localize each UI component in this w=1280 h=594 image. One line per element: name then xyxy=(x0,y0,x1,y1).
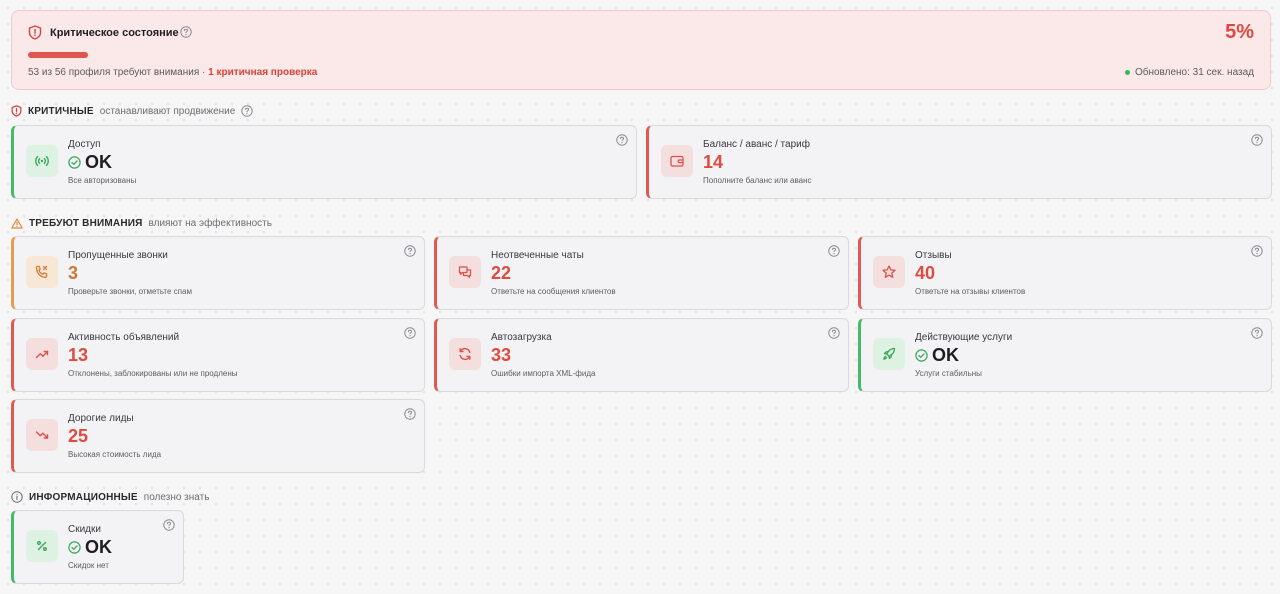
summary-text: 53 из 56 профиля требуют внимания · xyxy=(28,67,209,78)
card-description: Высокая стоимость лида xyxy=(68,450,162,459)
section-subtitle: полезно знать xyxy=(143,491,210,503)
shield-alert-icon xyxy=(28,25,42,40)
value-text: OK xyxy=(85,152,112,172)
section-title: КРИТИЧНЫЕ xyxy=(28,105,94,117)
card-label: Отзывы xyxy=(915,250,952,261)
star-icon xyxy=(873,256,905,288)
card-label: Баланс / аванс / тариф xyxy=(703,139,810,150)
info-icon xyxy=(11,491,23,503)
card-reviews[interactable]: Отзывы 40 Ответьте на отзывы клиентов xyxy=(858,236,1272,310)
help-icon[interactable] xyxy=(616,134,628,146)
help-icon[interactable] xyxy=(1251,134,1263,146)
refresh-icon xyxy=(449,338,481,370)
card-value: OK xyxy=(68,537,112,558)
missed-call-icon xyxy=(26,256,58,288)
status-dot-icon xyxy=(1124,70,1130,75)
chat-icon xyxy=(449,256,481,288)
card-value: OK xyxy=(68,152,112,173)
updated-text: Обновлено: 31 сек. назад xyxy=(1134,67,1254,78)
help-icon[interactable] xyxy=(404,245,416,257)
card-label: Скидки xyxy=(68,524,101,535)
banner-summary: 53 из 56 профиля требуют внимания · 1 кр… xyxy=(28,67,317,78)
help-icon[interactable] xyxy=(163,519,175,531)
card-value: 14 xyxy=(703,152,724,172)
help-icon[interactable] xyxy=(180,26,192,38)
section-title: ИНФОРМАЦИОННЫЕ xyxy=(29,491,138,503)
card-description: Услуги стабильны xyxy=(915,369,982,378)
progress-bar xyxy=(28,52,88,58)
rocket-icon xyxy=(873,338,905,370)
percent-icon xyxy=(26,530,58,562)
card-discounts[interactable]: Скидки OK Скидок нет xyxy=(11,510,184,584)
health-percent: 5% xyxy=(1225,21,1254,43)
section-info-header: ИНФОРМАЦИОННЫЕ полезно знать xyxy=(11,490,209,504)
card-value: 40 xyxy=(915,263,936,283)
help-icon[interactable] xyxy=(404,408,416,420)
card-ads-activity[interactable]: Активность объявлений 13 Отклонены, забл… xyxy=(11,318,425,392)
card-label: Автозагрузка xyxy=(491,332,552,343)
signal-icon xyxy=(26,145,58,177)
card-description: Ошибки импорта XML-фида xyxy=(491,369,596,378)
card-description: Пополните баланс или аванс xyxy=(703,176,812,185)
check-circle-icon xyxy=(915,349,928,362)
card-expensive-leads[interactable]: Дорогие лиды 25 Высокая стоимость лида xyxy=(11,399,425,473)
card-unanswered-chats[interactable]: Неотвеченные чаты 22 Ответьте на сообщен… xyxy=(434,236,849,310)
help-icon[interactable] xyxy=(404,327,416,339)
section-critical-header: КРИТИЧНЫЕ останавливают продвижение xyxy=(11,104,254,118)
card-description: Ответьте на сообщения клиентов xyxy=(491,287,616,296)
section-title: ТРЕБУЮТ ВНИМАНИЯ xyxy=(29,217,143,229)
card-description: Отклонены, заблокированы или не продлены xyxy=(68,369,238,378)
card-label: Доступ xyxy=(68,139,101,150)
help-icon[interactable] xyxy=(241,105,254,117)
warning-triangle-icon xyxy=(11,217,23,229)
card-autoload[interactable]: Автозагрузка 33 Ошибки импорта XML-фида xyxy=(434,318,849,392)
check-circle-icon xyxy=(68,541,81,554)
help-icon[interactable] xyxy=(1251,245,1263,257)
card-description: Проверьте звонки, отметьте спам xyxy=(68,287,192,296)
card-label: Пропущенные звонки xyxy=(68,250,168,261)
wallet-icon xyxy=(661,145,693,177)
card-label: Дорогие лиды xyxy=(68,413,134,424)
card-value: 22 xyxy=(491,263,512,283)
card-balance[interactable]: Баланс / аванс / тариф 14 Пополните бала… xyxy=(646,125,1272,199)
section-attention-header: ТРЕБУЮТ ВНИМАНИЯ влияют на эффективность xyxy=(11,216,272,230)
card-value: 3 xyxy=(68,263,79,283)
help-icon[interactable] xyxy=(828,327,840,339)
card-description: Ответьте на отзывы клиентов xyxy=(915,287,1026,296)
card-value: 13 xyxy=(68,345,89,365)
card-value: 25 xyxy=(68,426,89,446)
card-value: 33 xyxy=(491,345,512,365)
status-banner: Критическое состояние 53 из 56 профиля т… xyxy=(11,10,1271,90)
card-value: OK xyxy=(915,345,959,366)
check-circle-icon xyxy=(68,156,81,169)
shield-alert-icon xyxy=(11,105,22,117)
critical-check-link[interactable]: 1 критичная проверка xyxy=(208,67,317,78)
help-icon[interactable] xyxy=(1251,327,1263,339)
trending-down-icon xyxy=(26,419,58,451)
value-text: OK xyxy=(85,537,112,557)
card-label: Активность объявлений xyxy=(68,332,180,343)
card-label: Действующие услуги xyxy=(915,332,1013,343)
updated-status: Обновлено: 31 сек. назад xyxy=(1124,67,1254,78)
card-description: Скидок нет xyxy=(68,561,109,570)
banner-title: Критическое состояние xyxy=(50,27,179,39)
card-access[interactable]: Доступ OK Все авторизованы xyxy=(11,125,637,199)
card-label: Неотвеченные чаты xyxy=(491,250,584,261)
card-description: Все авторизованы xyxy=(68,176,137,185)
value-text: OK xyxy=(932,345,959,365)
card-services[interactable]: Действующие услуги OK Услуги стабильны xyxy=(858,318,1272,392)
help-icon[interactable] xyxy=(828,245,840,257)
section-subtitle: останавливают продвижение xyxy=(99,105,236,117)
trending-up-icon xyxy=(26,338,58,370)
section-subtitle: влияют на эффективность xyxy=(148,217,272,229)
card-missed-calls[interactable]: Пропущенные звонки 3 Проверьте звонки, о… xyxy=(11,236,425,310)
